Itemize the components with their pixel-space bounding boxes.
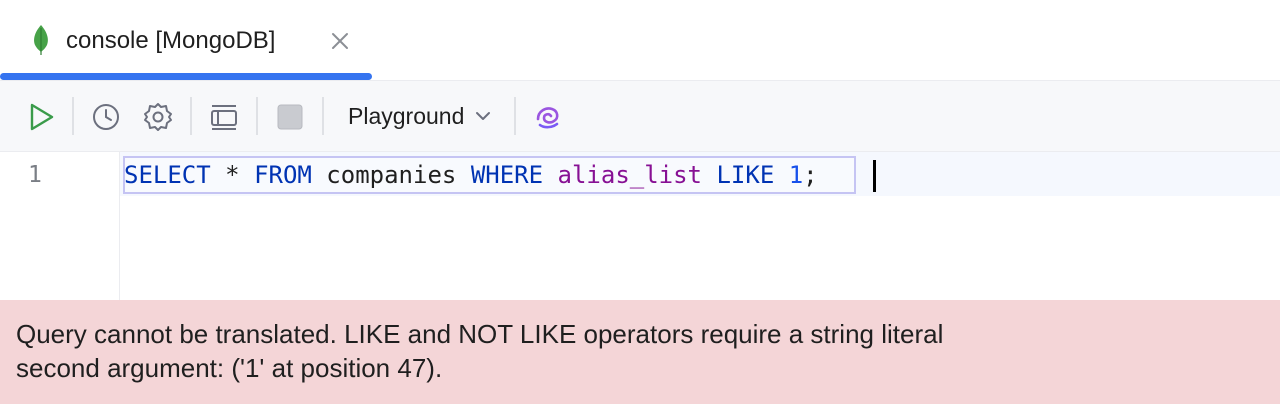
tab-console-mongodb[interactable]: console [MongoDB] bbox=[0, 0, 372, 80]
ai-assistant-icon[interactable] bbox=[532, 101, 564, 133]
keyword-where: WHERE bbox=[470, 161, 544, 189]
play-icon[interactable] bbox=[25, 101, 57, 133]
mongodb-leaf-icon bbox=[34, 25, 48, 55]
error-panel: Query cannot be translated. LIKE and NOT… bbox=[0, 300, 1280, 404]
tab-title: console [MongoDB] bbox=[66, 27, 276, 54]
playground-mode-dropdown[interactable]: Playground bbox=[348, 100, 492, 132]
tab-bar: console [MongoDB] bbox=[0, 0, 1280, 81]
error-message: Query cannot be translated. LIKE and NOT… bbox=[16, 317, 1216, 385]
active-tab-indicator bbox=[0, 73, 372, 80]
token-star: * bbox=[210, 161, 255, 189]
sql-editor[interactable]: 1 SELECT * FROM companies WHERE alias_li… bbox=[0, 152, 1280, 300]
toolbar-separator bbox=[514, 97, 516, 135]
keyword-like: LIKE bbox=[716, 161, 775, 189]
semicolon: ; bbox=[803, 161, 818, 189]
close-icon[interactable] bbox=[327, 28, 353, 54]
chevron-down-icon bbox=[476, 112, 491, 120]
column-name: alias_list bbox=[557, 161, 703, 189]
clock-icon[interactable] bbox=[90, 101, 122, 133]
keyword-from: FROM bbox=[254, 161, 312, 189]
error-message-line-1: Query cannot be translated. LIKE and NOT… bbox=[16, 319, 944, 349]
toolbar-separator bbox=[72, 97, 74, 135]
text-caret bbox=[873, 160, 876, 192]
toolbar-separator bbox=[190, 97, 192, 135]
code-line[interactable]: SELECT * FROM companies WHERE alias_list… bbox=[124, 160, 818, 190]
gear-icon[interactable] bbox=[142, 101, 174, 133]
toolbar-separator bbox=[322, 97, 324, 135]
keyword-select: SELECT bbox=[124, 161, 211, 189]
error-message-line-2: second argument: ('1' at position 47). bbox=[16, 353, 443, 383]
editor-toolbar: Playground bbox=[0, 81, 1280, 152]
number-literal: 1 bbox=[788, 161, 804, 189]
toolbar-separator bbox=[256, 97, 258, 135]
stop-icon[interactable] bbox=[274, 101, 306, 133]
playground-label: Playground bbox=[348, 103, 465, 129]
table-name: companies bbox=[311, 161, 471, 189]
line-number: 1 bbox=[28, 162, 42, 188]
line-gutter: 1 bbox=[0, 152, 120, 300]
layout-icon[interactable] bbox=[208, 101, 240, 133]
